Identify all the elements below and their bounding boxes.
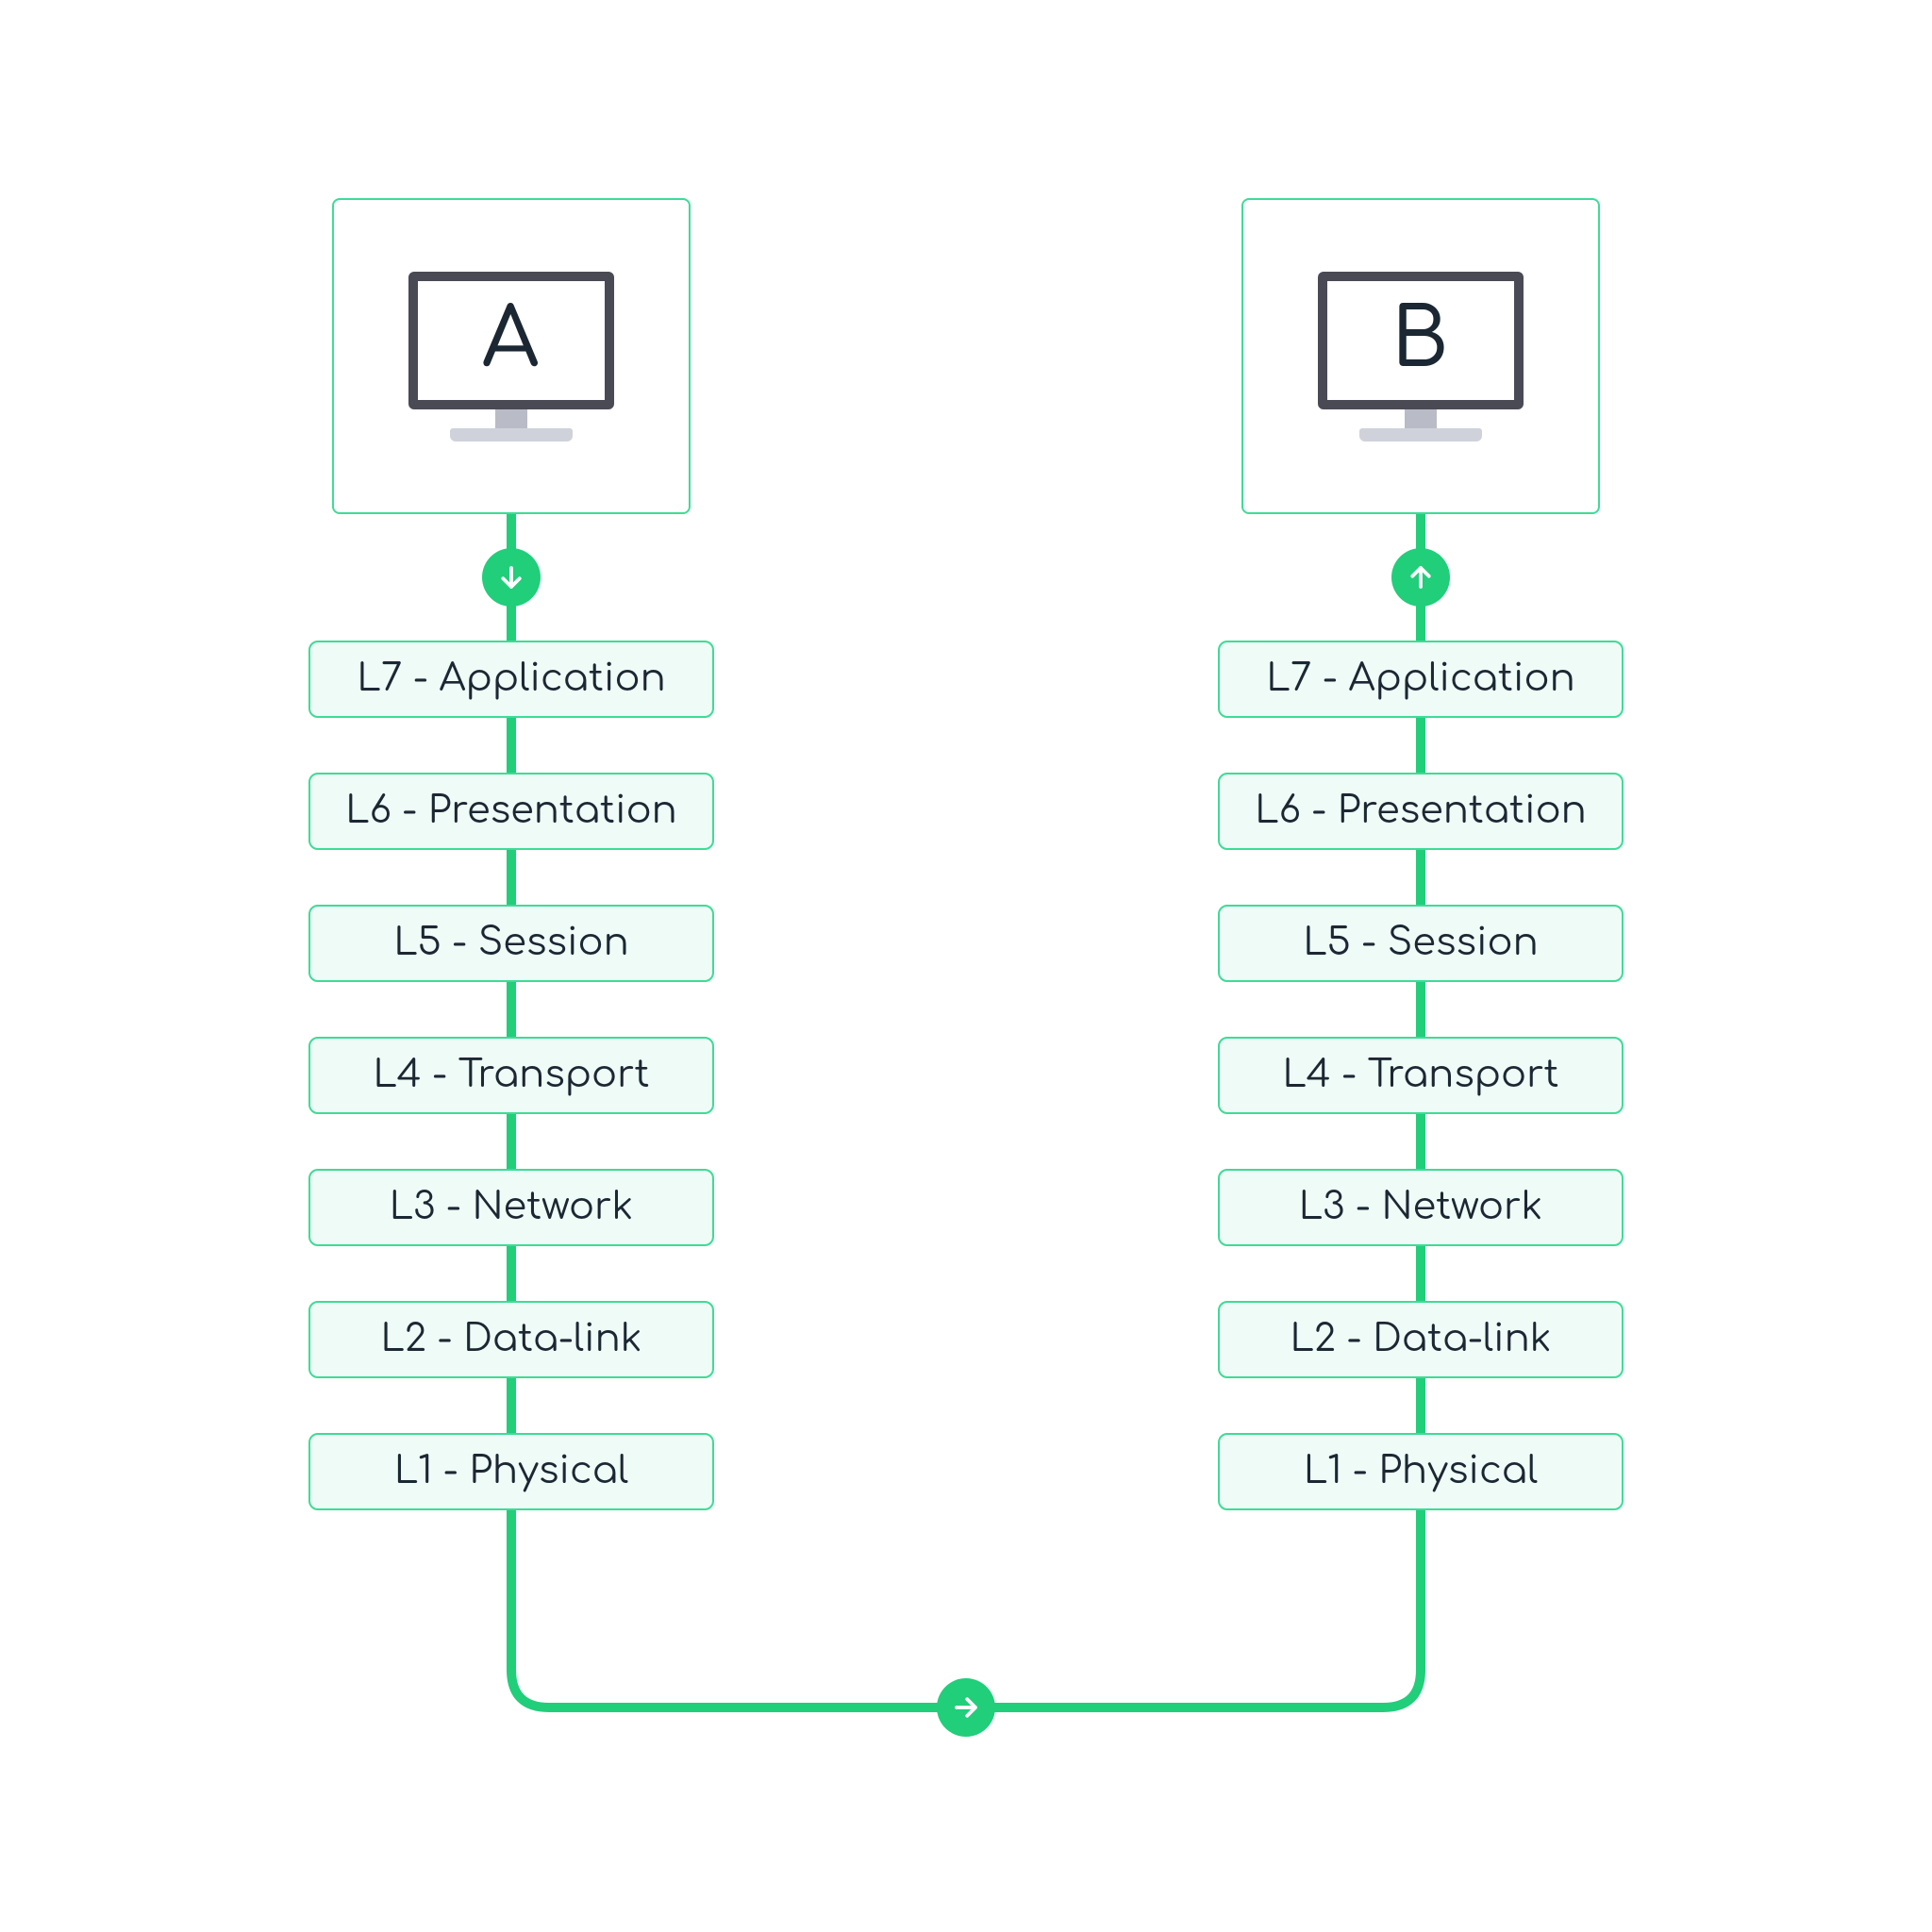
layer-box: L1 - Physical: [308, 1433, 714, 1510]
osi-diagram: A L7 - Application L6 - Presentation L5 …: [0, 0, 1932, 1932]
stack-a: A L7 - Application L6 - Presentation L5 …: [308, 198, 714, 1510]
layer-box: L5 - Session: [1218, 905, 1624, 982]
node-a-box: A: [332, 198, 691, 514]
layer-box: L3 - Network: [308, 1169, 714, 1246]
layers-b: L7 - Application L6 - Presentation L5 - …: [1218, 641, 1624, 1510]
layer-box: L5 - Session: [308, 905, 714, 982]
connector-line: [0, 0, 1932, 1932]
computer-icon: B: [1318, 272, 1524, 441]
layers-a: L7 - Application L6 - Presentation L5 - …: [308, 641, 714, 1510]
stack-b: B L7 - Application L6 - Presentation L5 …: [1218, 198, 1624, 1510]
node-b-label: B: [1318, 272, 1524, 409]
node-b-box: B: [1241, 198, 1600, 514]
node-a-label: A: [408, 272, 614, 409]
arrow-up-icon: [1391, 548, 1450, 607]
arrow-right-icon: [937, 1678, 995, 1737]
layer-box: L7 - Application: [1218, 641, 1624, 718]
layer-box: L4 - Transport: [1218, 1037, 1624, 1114]
layer-box: L7 - Application: [308, 641, 714, 718]
layer-box: L1 - Physical: [1218, 1433, 1624, 1510]
layer-box: L6 - Presentation: [308, 773, 714, 850]
layer-box: L6 - Presentation: [1218, 773, 1624, 850]
layer-box: L4 - Transport: [308, 1037, 714, 1114]
layer-box: L2 - Data-link: [1218, 1301, 1624, 1378]
arrow-down-icon: [482, 548, 541, 607]
computer-icon: A: [408, 272, 614, 441]
layer-box: L3 - Network: [1218, 1169, 1624, 1246]
layer-box: L2 - Data-link: [308, 1301, 714, 1378]
